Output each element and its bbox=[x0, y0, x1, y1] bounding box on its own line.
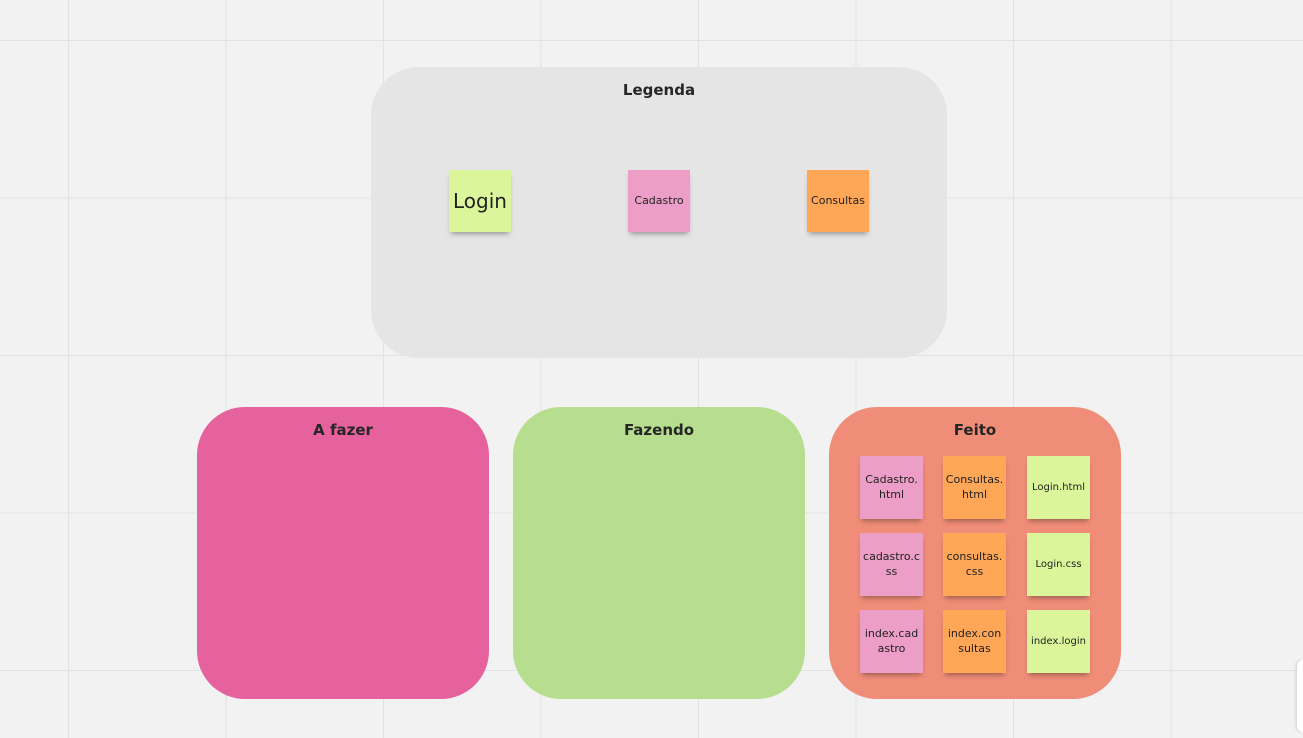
sticky-cadastro-html[interactable]: Cadastro.html bbox=[860, 456, 923, 519]
column-todo-title: A fazer bbox=[313, 421, 373, 439]
sticky-login-html[interactable]: Login.html bbox=[1027, 456, 1090, 519]
column-doing[interactable]: Fazendo bbox=[513, 407, 805, 699]
column-done-title: Feito bbox=[953, 421, 997, 439]
sticky-index-login[interactable]: index.login bbox=[1027, 610, 1090, 673]
legend-frame[interactable]: Legenda Login Cadastro Consultas bbox=[371, 67, 947, 358]
sticky-consultas-html[interactable]: Consultas.html bbox=[943, 456, 1006, 519]
legend-sticky-login[interactable]: Login bbox=[449, 170, 511, 232]
column-done[interactable]: Feito Cadastro.html Consultas.html Login… bbox=[829, 407, 1121, 699]
sticky-index-cadastro[interactable]: index.cadastro bbox=[860, 610, 923, 673]
side-panel-handle[interactable] bbox=[1297, 660, 1303, 732]
sticky-index-consultas[interactable]: index.consultas bbox=[943, 610, 1006, 673]
sticky-login-css[interactable]: Login.css bbox=[1027, 533, 1090, 596]
sticky-cadastro-css[interactable]: cadastro.css bbox=[860, 533, 923, 596]
sticky-consultas-css[interactable]: consultas.css bbox=[943, 533, 1006, 596]
column-todo[interactable]: A fazer bbox=[197, 407, 489, 699]
legend-sticky-consultas[interactable]: Consultas bbox=[807, 170, 869, 232]
column-doing-title: Fazendo bbox=[623, 421, 695, 439]
legend-sticky-cadastro[interactable]: Cadastro bbox=[628, 170, 690, 232]
legend-title: Legenda bbox=[622, 81, 696, 99]
